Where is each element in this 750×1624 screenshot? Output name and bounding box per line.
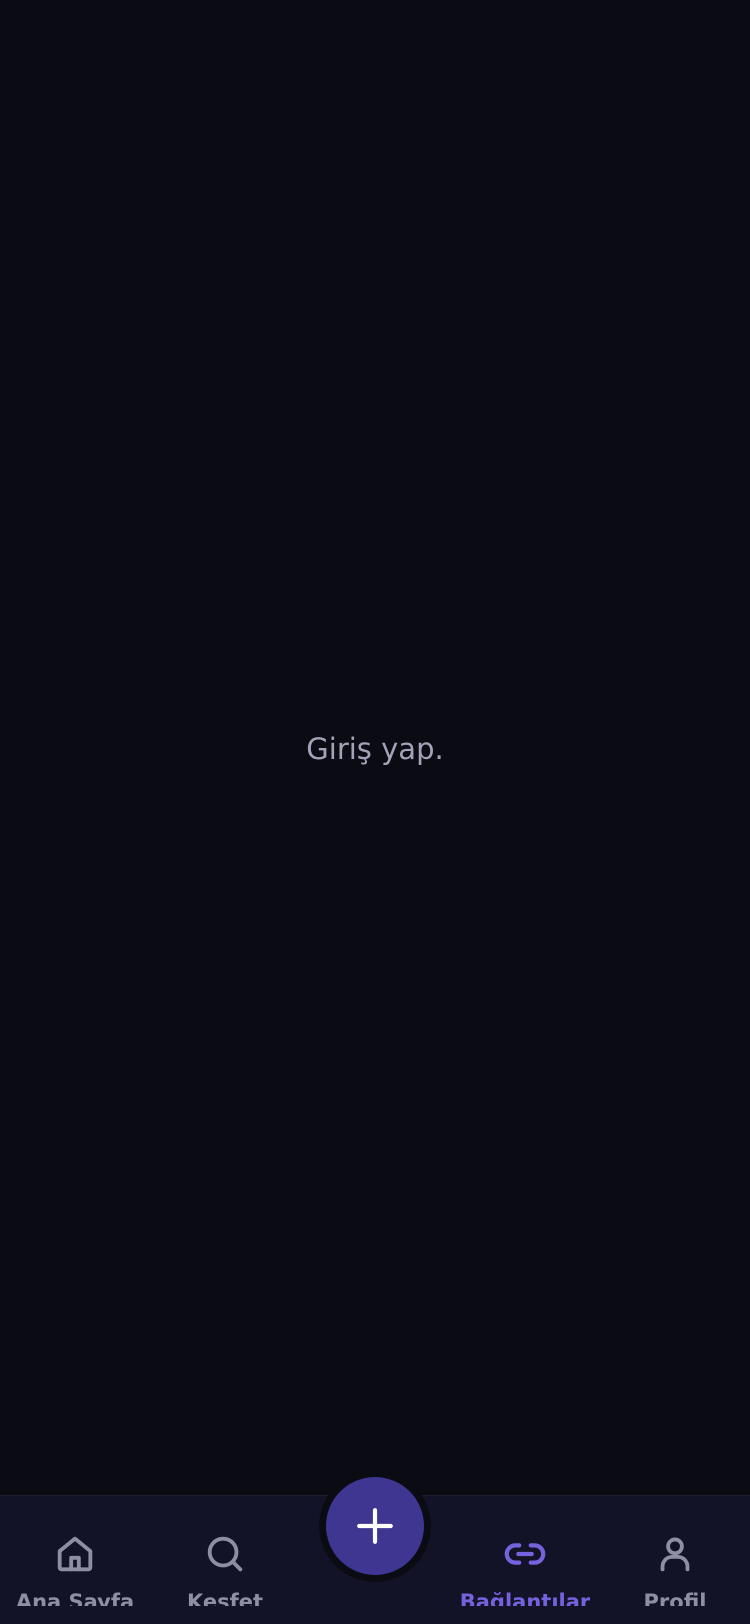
add-button[interactable] <box>326 1477 424 1575</box>
home-icon <box>51 1530 99 1578</box>
connections-screen: Giriş yap. Ana Sayfa Keşfet Bağlantılar … <box>0 0 750 1624</box>
tab-explore[interactable]: Keşfet <box>155 1496 295 1624</box>
search-icon <box>201 1530 249 1578</box>
plus-icon <box>354 1505 396 1547</box>
tab-links-label: Bağlantılar <box>459 1590 591 1606</box>
tab-home-label: Ana Sayfa <box>15 1590 135 1606</box>
user-icon <box>651 1530 699 1578</box>
tab-home[interactable]: Ana Sayfa <box>5 1496 145 1624</box>
tab-profile-label: Profil <box>643 1590 707 1606</box>
link-icon <box>501 1530 549 1578</box>
tab-profile[interactable]: Profil <box>605 1496 745 1624</box>
tab-explore-label: Keşfet <box>186 1590 264 1606</box>
tab-links[interactable]: Bağlantılar <box>455 1496 595 1624</box>
login-prompt-text[interactable]: Giriş yap. <box>0 729 750 769</box>
